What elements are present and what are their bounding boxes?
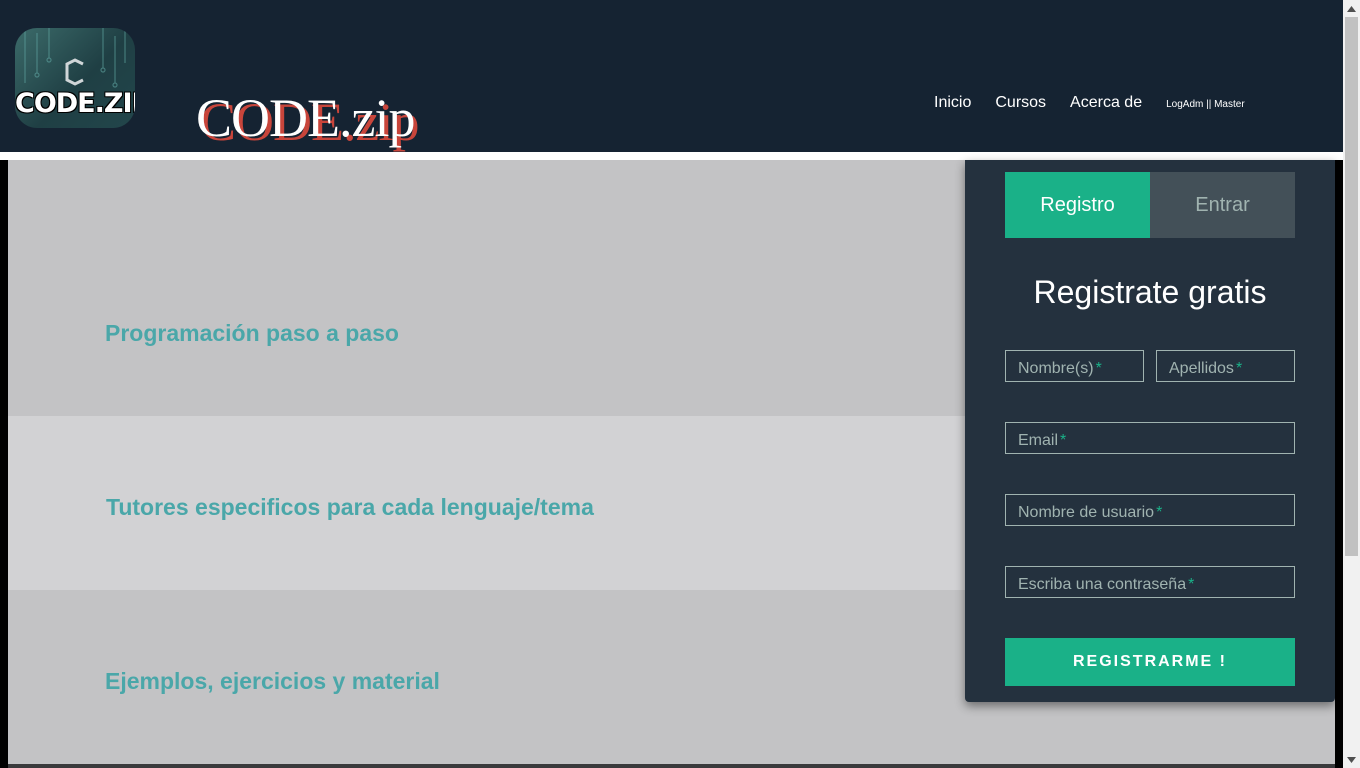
first-name-placeholder: Nombre(s) * — [1018, 360, 1102, 377]
bottom-divider — [8, 764, 1335, 768]
required-mark: * — [1060, 432, 1067, 449]
email-placeholder: Email * — [1018, 432, 1067, 449]
nav-link-cursos[interactable]: Cursos — [995, 94, 1046, 112]
required-mark: * — [1235, 360, 1243, 377]
form-title: Registrate gratis — [1033, 274, 1267, 310]
signup-panel: Registro Entrar Registrate gratis Nombre… — [965, 160, 1335, 702]
nav-link-logadm-master[interactable]: LogAdm || Master — [1166, 99, 1245, 110]
feature-heading: Ejemplos, ejercicios y material — [105, 668, 440, 694]
logo-text: CODE.ZIP — [15, 88, 135, 119]
feature-heading: Tutores especificos para cada lenguaje/t… — [106, 494, 594, 520]
username-field[interactable]: Nombre de usuario * — [1005, 494, 1295, 526]
password-placeholder: Escriba una contraseña * — [1018, 576, 1195, 593]
email-field[interactable]: Email * — [1005, 422, 1295, 454]
required-mark: * — [1156, 504, 1163, 521]
scroll-up-arrow-icon[interactable] — [1343, 0, 1360, 17]
required-mark: * — [1095, 360, 1102, 377]
nav-link-acerca-de[interactable]: Acerca de — [1070, 94, 1142, 112]
required-mark: * — [1188, 576, 1195, 593]
main-nav: Inicio Cursos Acerca de LogAdm || Master — [934, 94, 1269, 112]
register-button[interactable]: REGISTRARME ! — [1005, 638, 1295, 686]
tab-entrar[interactable]: Entrar — [1150, 172, 1295, 238]
feature-heading: Programación paso a paso — [105, 320, 399, 346]
site-logo[interactable]: CODE.ZIP — [15, 28, 135, 128]
site-title: CODE.zip — [196, 88, 415, 148]
first-name-field[interactable]: Nombre(s) * — [1005, 350, 1144, 382]
page-scrollbar[interactable] — [1343, 0, 1360, 768]
scrollbar-thumb[interactable] — [1345, 17, 1358, 556]
last-name-field[interactable]: Apellidos * — [1156, 350, 1295, 382]
header-divider — [0, 152, 1343, 160]
form-tabs: Registro Entrar — [1005, 172, 1295, 238]
password-field[interactable]: Escriba una contraseña * — [1005, 566, 1295, 598]
last-name-placeholder: Apellidos * — [1169, 360, 1243, 377]
site-header: CODE.ZIP CODE.zip Inicio Cursos Acerca d… — [0, 0, 1343, 152]
username-placeholder: Nombre de usuario * — [1018, 504, 1163, 521]
tab-registro[interactable]: Registro — [1005, 172, 1150, 238]
scroll-down-arrow-icon[interactable] — [1343, 751, 1360, 768]
nav-link-inicio[interactable]: Inicio — [934, 94, 971, 112]
